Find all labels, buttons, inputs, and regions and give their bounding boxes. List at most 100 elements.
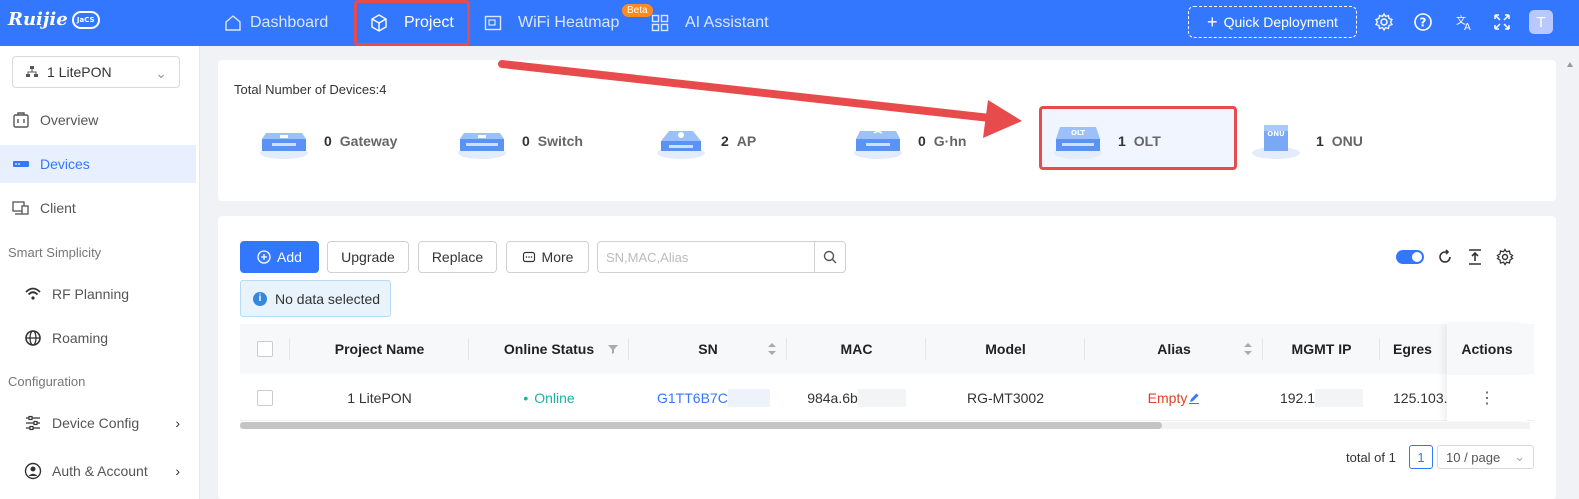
more-button[interactable]: More bbox=[506, 241, 589, 273]
nav-dashboard[interactable]: Dashboard bbox=[224, 0, 328, 46]
actions-column: Actions ⋮ bbox=[1447, 324, 1527, 421]
sidebar-item-label: Overview bbox=[40, 112, 99, 128]
project-select[interactable]: 1 LitePON ⌄ bbox=[12, 56, 180, 88]
nav-wifi-heatmap[interactable]: WiFi Heatmap bbox=[484, 0, 619, 46]
table-header: Project Name Online Status SN MAC Model … bbox=[240, 324, 1534, 374]
device-type-olt[interactable]: OLT 1 OLT bbox=[1052, 112, 1161, 170]
sidebar-item-device-config[interactable]: Device Config › bbox=[0, 404, 196, 442]
gateway-device-icon bbox=[260, 133, 308, 159]
fullscreen-icon[interactable] bbox=[1492, 12, 1512, 32]
wifi-icon bbox=[25, 287, 41, 300]
col-model[interactable]: Model bbox=[926, 324, 1085, 374]
redacted-mask bbox=[857, 389, 906, 407]
sidebar-item-roaming[interactable]: Roaming bbox=[0, 319, 196, 357]
col-alias[interactable]: Alias bbox=[1085, 324, 1263, 374]
ghn-device-icon bbox=[854, 130, 902, 159]
col-sn-label: SN bbox=[698, 341, 718, 357]
scrollbar-thumb[interactable] bbox=[240, 422, 1162, 429]
cell-sn[interactable]: G1TT6B7C bbox=[629, 375, 787, 421]
sidebar-item-auth-account[interactable]: Auth & Account › bbox=[0, 452, 196, 490]
export-icon[interactable] bbox=[1466, 248, 1484, 266]
plus-icon: + bbox=[1207, 11, 1218, 32]
col-online-status[interactable]: Online Status bbox=[469, 324, 629, 374]
cell-mgmt-ip: 192.1 bbox=[1263, 375, 1380, 421]
page-size-select[interactable]: 10 / page ⌄ bbox=[1437, 445, 1534, 469]
sn-link[interactable]: G1TT6B7C bbox=[657, 390, 728, 406]
more-label: More bbox=[541, 249, 574, 265]
olt-device-icon: OLT bbox=[1054, 127, 1102, 159]
overview-icon bbox=[13, 112, 29, 128]
sidebar-item-label: RF Planning bbox=[52, 286, 130, 302]
switch-count: 0 bbox=[522, 133, 530, 149]
device-type-onu[interactable]: ONU 1 ONU bbox=[1250, 112, 1363, 170]
user-avatar[interactable]: T bbox=[1529, 10, 1553, 34]
filter-icon[interactable] bbox=[607, 343, 619, 355]
sidebar-item-client[interactable]: Client bbox=[0, 189, 196, 227]
gateway-label: Gateway bbox=[339, 133, 398, 149]
sidebar-item-overview[interactable]: Overview bbox=[0, 101, 196, 139]
sidebar-item-label: Device Config bbox=[52, 415, 140, 431]
svg-text:A: A bbox=[1464, 22, 1471, 32]
device-type-ap[interactable]: 2 AP bbox=[655, 112, 756, 170]
olt-label: OLT bbox=[1133, 133, 1161, 149]
user-circle-icon bbox=[24, 462, 42, 480]
sidebar-item-label: Client bbox=[40, 200, 76, 216]
device-type-ghn[interactable]: 0 G·hn bbox=[852, 112, 966, 170]
col-mac[interactable]: MAC bbox=[787, 324, 926, 374]
project-select-value: 1 LitePON bbox=[47, 64, 112, 80]
row-checkbox[interactable] bbox=[257, 390, 273, 406]
switch-device-icon bbox=[458, 133, 506, 159]
svg-text:?: ? bbox=[1420, 16, 1427, 30]
refresh-icon[interactable] bbox=[1436, 248, 1454, 266]
nav-ai-assistant-label: AI Assistant bbox=[685, 14, 769, 31]
sidebar-item-rf-planning[interactable]: RF Planning bbox=[0, 275, 196, 313]
nav-ai-assistant[interactable]: AI Assistant bbox=[651, 0, 769, 46]
ruijie-logo[interactable]: Ruijie JaCS bbox=[8, 9, 100, 30]
online-dot-icon: • bbox=[523, 390, 529, 406]
table-row[interactable]: 1 LitePON • Online G1TT6B7C 984a.6b RG-M… bbox=[240, 375, 1534, 421]
onu-device-icon: ONU bbox=[1252, 125, 1300, 159]
col-mgmt-ip-label: MGMT IP bbox=[1291, 341, 1352, 357]
search-input[interactable]: SN,MAC,Alias bbox=[597, 241, 846, 273]
devices-table-card: Add Upgrade Replace More SN,MAC,Alias i … bbox=[218, 216, 1556, 499]
cell-alias[interactable]: Empty bbox=[1085, 375, 1263, 421]
auto-refresh-toggle[interactable] bbox=[1396, 250, 1424, 264]
col-egress[interactable]: Egres bbox=[1380, 324, 1447, 374]
cell-project-name: 1 LitePON bbox=[347, 390, 412, 406]
pagination-page-1[interactable]: 1 bbox=[1409, 445, 1433, 469]
sidebar-item-label: Devices bbox=[40, 156, 90, 172]
sort-icon[interactable] bbox=[1243, 342, 1253, 356]
page-vertical-scrollbar[interactable] bbox=[1566, 60, 1574, 499]
page-size-value: 10 / page bbox=[1446, 449, 1501, 465]
edit-icon[interactable] bbox=[1188, 392, 1200, 404]
col-project-name[interactable]: Project Name bbox=[290, 324, 469, 374]
devices-icon bbox=[13, 161, 29, 167]
table-horizontal-scrollbar[interactable] bbox=[240, 422, 1530, 429]
search-button[interactable] bbox=[814, 242, 845, 272]
upgrade-button[interactable]: Upgrade bbox=[327, 241, 409, 273]
row-actions-menu-icon[interactable]: ⋮ bbox=[1447, 375, 1527, 421]
device-type-gateway[interactable]: 0 Gateway bbox=[258, 112, 397, 170]
replace-button[interactable]: Replace bbox=[418, 241, 497, 273]
col-actions: Actions bbox=[1461, 341, 1513, 357]
col-sn[interactable]: SN bbox=[629, 324, 787, 374]
help-icon[interactable]: ? bbox=[1413, 12, 1433, 32]
ap-device-icon bbox=[657, 131, 705, 159]
translate-icon[interactable]: 文A bbox=[1454, 12, 1474, 32]
olt-icon-text: OLT bbox=[1071, 129, 1085, 137]
sort-icon[interactable] bbox=[767, 342, 777, 356]
onu-icon-text: ONU bbox=[1267, 130, 1285, 138]
sidebar-item-devices[interactable]: Devices bbox=[0, 145, 196, 183]
gear-icon[interactable] bbox=[1374, 12, 1394, 32]
table-settings-icon[interactable] bbox=[1496, 248, 1514, 266]
mac-text: 984a.6b bbox=[807, 390, 858, 406]
ap-label: AP bbox=[736, 133, 757, 149]
quick-deployment-button[interactable]: + Quick Deployment bbox=[1188, 6, 1357, 38]
select-all-checkbox[interactable] bbox=[257, 341, 273, 357]
add-button[interactable]: Add bbox=[240, 241, 319, 273]
col-mgmt-ip[interactable]: MGMT IP bbox=[1263, 324, 1380, 374]
quick-deployment-label: Quick Deployment bbox=[1223, 14, 1338, 30]
selection-info-banner: i No data selected bbox=[240, 280, 391, 317]
ap-count: 2 bbox=[721, 133, 729, 149]
device-type-switch[interactable]: 0 Switch bbox=[456, 112, 583, 170]
